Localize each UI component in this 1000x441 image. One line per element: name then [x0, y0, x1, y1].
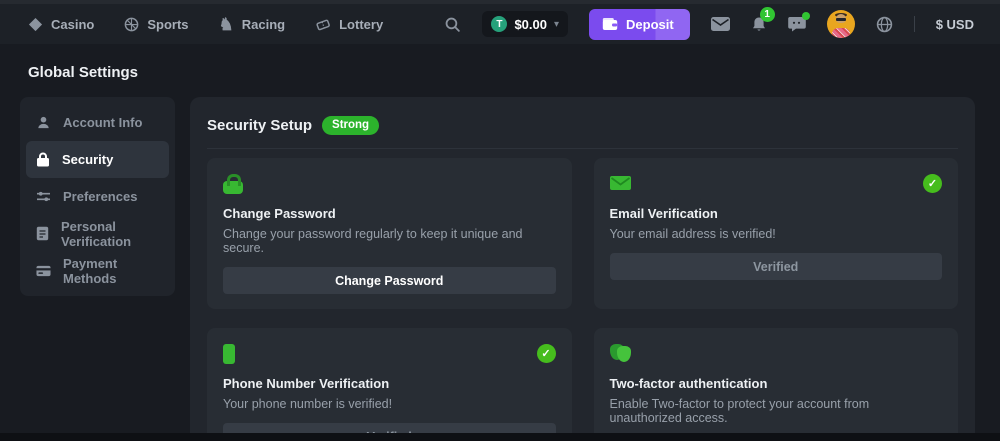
- nav-item-label: Sports: [147, 17, 188, 32]
- sidebar-item-account-info[interactable]: Account Info: [26, 104, 169, 141]
- security-panel: Security Setup Strong Change Password Ch…: [190, 97, 975, 441]
- card-description: Your phone number is verified!: [223, 397, 556, 411]
- card-description: Change your password regularly to keep i…: [223, 227, 556, 255]
- sports-icon: [124, 17, 139, 32]
- verified-check-icon: ✓: [923, 174, 942, 193]
- avatar-sunglasses: [836, 18, 846, 21]
- security-strength-badge: Strong: [322, 116, 379, 135]
- sidebar-item-label: Personal Verification: [61, 219, 159, 249]
- app-root: Casino Sports ♞ Racing Lottery: [0, 0, 1000, 441]
- card-change-password: Change Password Change your password reg…: [207, 158, 572, 309]
- card-title: Phone Number Verification: [223, 376, 556, 391]
- sidebar-item-preferences[interactable]: Preferences: [26, 178, 169, 215]
- racing-icon: ♞: [219, 16, 234, 33]
- sidebar-item-label: Payment Methods: [63, 256, 159, 286]
- security-cards-grid: Change Password Change your password reg…: [207, 158, 958, 441]
- settings-sidebar: Account Info Security Preferences Person…: [20, 97, 175, 296]
- phone-icon: [223, 344, 235, 364]
- panel-divider: [207, 148, 958, 149]
- nav-item-label: Casino: [51, 17, 94, 32]
- notification-count-badge: 1: [760, 7, 775, 22]
- card-title: Two-factor authentication: [610, 376, 943, 391]
- deposit-button[interactable]: Deposit: [589, 9, 690, 40]
- sidebar-item-label: Security: [62, 152, 113, 167]
- card-two-factor: Two-factor authentication Enable Two-fac…: [594, 328, 959, 441]
- nav-item-label: Racing: [242, 17, 285, 32]
- navbar-actions: T $0.00 ▾ Deposit 1: [444, 9, 974, 40]
- card-description: Enable Two-factor to protect your accoun…: [610, 397, 943, 425]
- currency-selector[interactable]: $ USD: [936, 17, 974, 32]
- nav-divider: [914, 16, 915, 32]
- globe-language-icon[interactable]: [876, 16, 893, 33]
- wallet-icon: [602, 18, 618, 31]
- chevron-down-icon: ▾: [554, 19, 559, 30]
- nav-item-lottery[interactable]: Lottery: [315, 17, 383, 32]
- primary-nav: Casino Sports ♞ Racing Lottery: [28, 16, 383, 33]
- lottery-icon: [315, 17, 331, 32]
- sliders-icon: [36, 190, 51, 203]
- chat-icon[interactable]: [788, 16, 806, 32]
- search-icon[interactable]: [444, 16, 461, 33]
- panel-header: Security Setup Strong: [207, 114, 958, 135]
- sidebar-item-label: Account Info: [63, 115, 142, 130]
- settings-content: Account Info Security Preferences Person…: [0, 97, 1000, 441]
- nav-item-label: Lottery: [339, 17, 383, 32]
- balance-selector[interactable]: T $0.00 ▾: [482, 11, 568, 37]
- lock-icon: [36, 152, 50, 167]
- sidebar-item-payment-methods[interactable]: Payment Methods: [26, 252, 169, 289]
- card-title: Email Verification: [610, 206, 943, 221]
- mail-icon[interactable]: [711, 17, 730, 31]
- panel-title: Security Setup: [207, 117, 312, 134]
- nav-item-racing[interactable]: ♞ Racing: [219, 16, 286, 33]
- top-navbar: Casino Sports ♞ Racing Lottery: [0, 0, 1000, 44]
- card-title: Change Password: [223, 206, 556, 221]
- nav-item-sports[interactable]: Sports: [124, 17, 188, 32]
- deposit-label: Deposit: [626, 17, 674, 32]
- balance-amount: $0.00: [514, 17, 547, 32]
- casino-icon: [28, 17, 43, 32]
- sidebar-item-personal-verification[interactable]: Personal Verification: [26, 215, 169, 252]
- sidebar-item-security[interactable]: Security: [26, 141, 169, 178]
- card-email-verification: ✓ Email Verification Your email address …: [594, 158, 959, 309]
- lock-icon: [223, 181, 243, 194]
- change-password-button[interactable]: Change Password: [223, 267, 556, 294]
- sidebar-item-label: Preferences: [63, 189, 137, 204]
- shield-front: [617, 346, 631, 362]
- page-title: Global Settings: [28, 64, 1000, 81]
- nav-item-casino[interactable]: Casino: [28, 17, 94, 32]
- avatar-shirt: [832, 28, 850, 38]
- notifications-bell-icon[interactable]: 1: [751, 16, 767, 33]
- envelope-icon: [610, 176, 631, 190]
- bottom-edge: [0, 433, 1000, 441]
- user-icon: [36, 115, 51, 130]
- tether-coin-icon: T: [491, 16, 507, 32]
- card-phone-verification: ✓ Phone Number Verification Your phone n…: [207, 328, 572, 441]
- avatar[interactable]: [827, 10, 855, 38]
- document-icon: [36, 226, 49, 241]
- card-description: Your email address is verified!: [610, 227, 943, 241]
- chat-status-dot: [802, 12, 810, 20]
- shield-icon: [610, 344, 634, 364]
- email-verified-button[interactable]: Verified: [610, 253, 943, 280]
- verified-check-icon: ✓: [537, 344, 556, 363]
- credit-card-icon: [36, 265, 51, 277]
